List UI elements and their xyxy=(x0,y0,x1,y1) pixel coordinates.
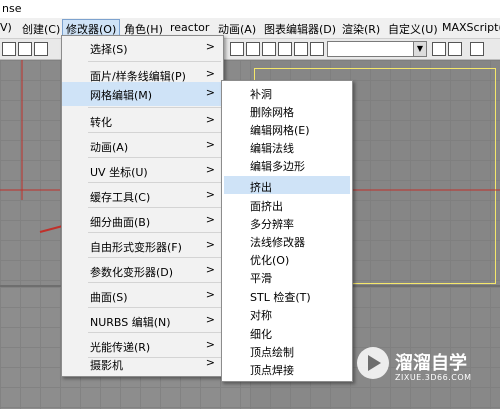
menu-item-free-form-deformers[interactable]: 自由形式变形器(F) > xyxy=(62,234,223,258)
menu-item-subdivision-surfaces[interactable]: 细分曲面(B) > xyxy=(62,209,223,233)
submenu-item-stl-check[interactable]: STL 检查(T) xyxy=(224,286,350,304)
submenu-arrow-icon: > xyxy=(205,138,215,151)
menu-separator xyxy=(88,182,221,183)
submenu-item-vertex-paint[interactable]: 顶点绘制 xyxy=(224,341,350,359)
menu-item-nurbs-editing[interactable]: NURBS 编辑(N) > xyxy=(62,309,223,333)
watermark-url: ZIXUE.3D66.COM xyxy=(395,373,472,382)
submenu-item-face-extrude[interactable]: 面挤出 xyxy=(224,195,350,213)
submenu-item-multires[interactable]: 多分辨率 xyxy=(224,213,350,231)
submenu-arrow-icon: > xyxy=(205,188,215,201)
submenu-arrow-icon: > xyxy=(205,356,215,369)
submenu-arrow-icon: > xyxy=(205,67,215,80)
menu-item-conversion[interactable]: 转化 > xyxy=(62,109,223,133)
menu-item-surface[interactable]: 曲面(S) > xyxy=(62,284,223,308)
menu-item-cache-tools[interactable]: 缓存工具(C) > xyxy=(62,184,223,208)
submenu-item-smooth[interactable]: 平滑 xyxy=(224,267,350,285)
menu-item-animation[interactable]: 动画(A) > xyxy=(62,134,223,158)
menu-separator xyxy=(88,232,221,233)
menu-separator xyxy=(88,157,221,158)
submenu-arrow-icon: > xyxy=(205,86,215,99)
menu-item-uv-coordinates[interactable]: UV 坐标(U) > xyxy=(62,159,223,183)
submenu-arrow-icon: > xyxy=(205,163,215,176)
submenu-arrow-icon: > xyxy=(205,213,215,226)
modifiers-menu: 选择(S) > 面片/样条线编辑(P) > 网格编辑(M) > 转化 > 动画(A) > … xyxy=(61,35,224,377)
submenu-item-edit-mesh[interactable]: 编辑网格(E) xyxy=(224,119,350,137)
menu-separator xyxy=(88,332,221,333)
menu-separator xyxy=(88,282,221,283)
menu-separator xyxy=(88,307,221,308)
submenu-arrow-icon: > xyxy=(205,338,215,351)
submenu-arrow-icon: > xyxy=(205,113,215,126)
watermark: 溜溜自学 ZIXUE.3D66.COM xyxy=(355,345,500,395)
submenu-item-cap-holes[interactable]: 补洞 xyxy=(224,83,350,101)
submenu-item-vertex-weld[interactable]: 顶点焊接 xyxy=(224,359,350,377)
menu-separator xyxy=(88,61,221,62)
submenu-arrow-icon: > xyxy=(205,238,215,251)
menu-separator xyxy=(88,132,221,133)
submenu-arrow-icon: > xyxy=(205,40,215,53)
menu-separator xyxy=(88,207,221,208)
submenu-arrow-icon: > xyxy=(205,263,215,276)
play-logo-icon xyxy=(357,347,389,379)
menu-item-mesh-editing[interactable]: 网格编辑(M) > xyxy=(62,82,223,106)
submenu-item-edit-normals[interactable]: 编辑法线 xyxy=(224,137,350,155)
watermark-brand: 溜溜自学 xyxy=(395,353,467,374)
mesh-editing-submenu: 补洞 删除网格 编辑网格(E) 编辑法线 编辑多边形 挤出 面挤出 多分辨率 法… xyxy=(221,80,353,382)
submenu-item-symmetry[interactable]: 对称 xyxy=(224,304,350,322)
submenu-item-tessellate[interactable]: 细化 xyxy=(224,323,350,341)
submenu-arrow-icon: > xyxy=(205,288,215,301)
menu-item-parametric-deformers[interactable]: 参数化变形器(D) > xyxy=(62,259,223,283)
menu-separator xyxy=(88,257,221,258)
submenu-arrow-icon: > xyxy=(205,313,215,326)
menu-item-selection[interactable]: 选择(S) > xyxy=(62,36,223,60)
menu-item-cameras[interactable]: 摄影机 > xyxy=(62,352,223,376)
submenu-item-delete-mesh[interactable]: 删除网格 xyxy=(224,101,350,119)
submenu-item-edit-poly[interactable]: 编辑多边形 xyxy=(224,155,350,173)
submenu-item-extrude[interactable]: 挤出 xyxy=(224,176,350,194)
submenu-item-normal-modifier[interactable]: 法线修改器 xyxy=(224,231,350,249)
submenu-item-optimize[interactable]: 优化(O) xyxy=(224,249,350,267)
menu-separator xyxy=(88,107,221,108)
